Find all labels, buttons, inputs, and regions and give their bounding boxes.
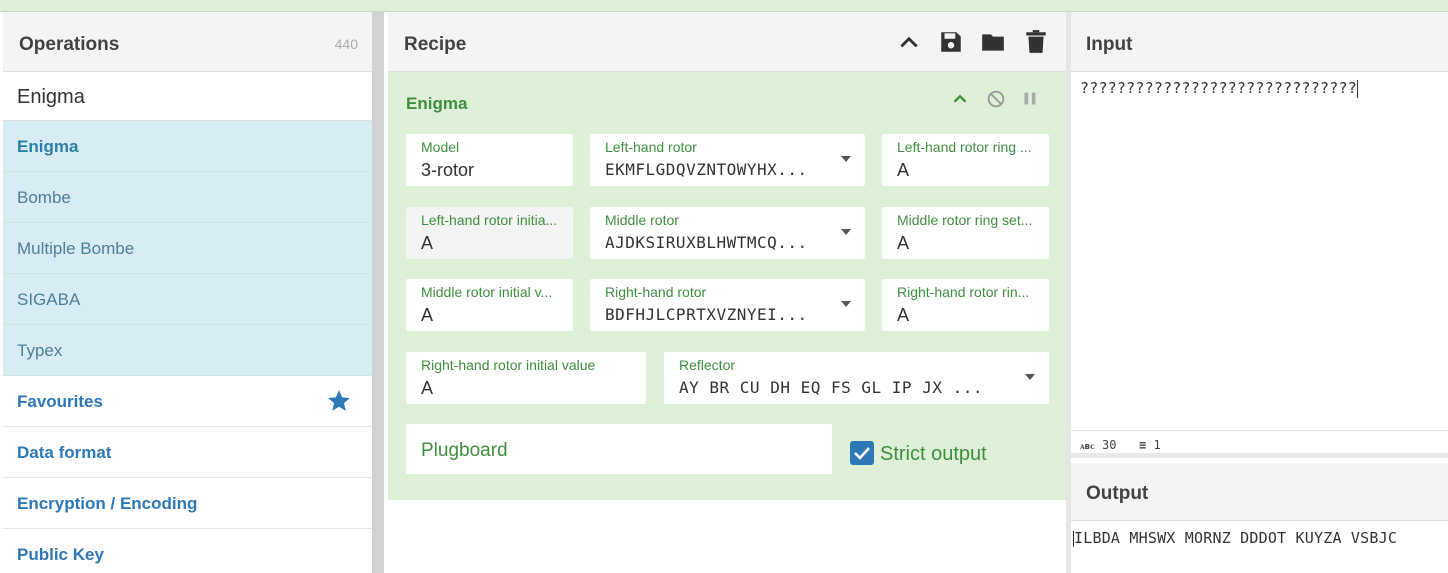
field-value: A bbox=[421, 305, 434, 325]
recipe-panel: Recipe Enigma Model 3-rotor Left-hand ro… bbox=[388, 12, 1066, 573]
checkmark-icon bbox=[854, 447, 870, 460]
output-textarea[interactable]: ILBDA MHSWX MORNZ DDDOT KUYZA VSBJC bbox=[1073, 529, 1397, 547]
output-value: ILBDA MHSWX MORNZ DDDOT KUYZA VSBJC bbox=[1074, 529, 1398, 547]
disable-icon[interactable] bbox=[985, 88, 1007, 110]
chevron-up-icon[interactable] bbox=[896, 29, 922, 55]
input-status-bar: ᴀʙᴄ 30 ≡ 1 bbox=[1071, 430, 1448, 458]
search-result-sigaba[interactable]: SIGABA bbox=[3, 274, 372, 325]
operations-title: Operations bbox=[19, 34, 120, 55]
search-result-multiple-bombe[interactable]: Multiple Bombe bbox=[3, 223, 372, 274]
field-label: Left-hand rotor ring ... bbox=[897, 139, 1032, 155]
text-cursor bbox=[1356, 79, 1358, 98]
field-label: Middle rotor initial v... bbox=[421, 284, 553, 300]
middle-rotor-initial-field[interactable]: Middle rotor initial v... A bbox=[406, 279, 573, 331]
field-label: Right-hand rotor bbox=[605, 284, 707, 300]
model-field[interactable]: Model 3-rotor bbox=[406, 134, 573, 186]
result-label: SIGABA bbox=[17, 290, 81, 309]
output-title: Output bbox=[1086, 483, 1149, 504]
field-value: BDFHJLCPRTXVZNYEI... bbox=[605, 305, 808, 324]
panel-resizer[interactable] bbox=[372, 12, 384, 573]
right-rotor-select[interactable]: Right-hand rotor BDFHJLCPRTXVZNYEI... bbox=[590, 279, 865, 331]
category-public-key[interactable]: Public Key bbox=[3, 529, 372, 573]
input-header: Input bbox=[1071, 12, 1448, 72]
strict-output-checkbox[interactable] bbox=[850, 441, 874, 465]
chevron-up-icon[interactable] bbox=[949, 88, 971, 110]
search-result-bombe[interactable]: Bombe bbox=[3, 172, 372, 223]
io-panel: Input ?????????????????????????????? ᴀʙᴄ… bbox=[1071, 12, 1448, 573]
category-data-format[interactable]: Data format bbox=[3, 427, 372, 478]
right-rotor-initial-field[interactable]: Right-hand rotor initial value A bbox=[406, 352, 646, 404]
operations-header: Operations 440 bbox=[3, 12, 372, 72]
star-icon bbox=[328, 390, 350, 411]
top-banner bbox=[0, 0, 1448, 12]
abc-icon: ᴀʙᴄ bbox=[1080, 442, 1095, 452]
field-label: Middle rotor bbox=[605, 212, 679, 228]
left-rotor-select[interactable]: Left-hand rotor EKMFLGDQVZNTOWYHX... bbox=[590, 134, 865, 186]
pause-icon[interactable] bbox=[1019, 88, 1041, 110]
result-label: Enigma bbox=[17, 137, 79, 156]
result-label: Bombe bbox=[17, 188, 71, 207]
output-header: Output bbox=[1071, 463, 1448, 521]
search-result-typex[interactable]: Typex bbox=[3, 325, 372, 376]
field-value: AJDKSIRUXBLHWTMCQ... bbox=[605, 233, 808, 252]
line-count: ≡ 1 bbox=[1139, 438, 1161, 452]
operations-search-input[interactable]: Enigma bbox=[3, 72, 372, 121]
result-label: Typex bbox=[17, 341, 63, 360]
right-rotor-ring-field[interactable]: Right-hand rotor rin... A bbox=[882, 279, 1049, 331]
line-count-value: 1 bbox=[1153, 438, 1161, 452]
recipe-title: Recipe bbox=[404, 34, 467, 55]
enigma-operation: Enigma Model 3-rotor Left-hand rotor EKM… bbox=[388, 72, 1066, 500]
field-label: Reflector bbox=[679, 357, 736, 373]
field-value: A bbox=[897, 233, 910, 253]
plugboard-placeholder: Plugboard bbox=[421, 440, 508, 461]
field-label: Middle rotor ring set... bbox=[897, 212, 1033, 228]
recipe-header: Recipe bbox=[388, 12, 1066, 72]
save-icon[interactable] bbox=[938, 29, 964, 55]
operations-panel: Operations 440 Enigma Enigma Bombe Multi… bbox=[3, 12, 372, 573]
category-label: Public Key bbox=[17, 545, 104, 564]
left-rotor-ring-field[interactable]: Left-hand rotor ring ... A bbox=[882, 134, 1049, 186]
field-value: A bbox=[421, 233, 434, 253]
field-value: 3-rotor bbox=[421, 160, 475, 180]
category-label: Encryption / Encoding bbox=[17, 494, 198, 513]
char-count-value: 30 bbox=[1102, 438, 1117, 452]
category-encryption-encoding[interactable]: Encryption / Encoding bbox=[3, 478, 372, 529]
category-label: Data format bbox=[17, 443, 112, 462]
input-value: ?????????????????????????????? bbox=[1080, 79, 1357, 97]
folder-icon[interactable] bbox=[980, 29, 1006, 55]
operation-name: Enigma bbox=[406, 94, 468, 113]
field-label: Left-hand rotor initia... bbox=[421, 212, 558, 228]
char-count: ᴀʙᴄ 30 bbox=[1080, 438, 1116, 452]
result-label: Multiple Bombe bbox=[17, 239, 135, 258]
chevron-down-icon bbox=[841, 229, 851, 235]
search-result-enigma[interactable]: Enigma bbox=[3, 121, 372, 172]
strict-output-label: Strict output bbox=[880, 443, 987, 465]
middle-rotor-select[interactable]: Middle rotor AJDKSIRUXBLHWTMCQ... bbox=[590, 207, 865, 259]
field-label: Right-hand rotor initial value bbox=[421, 357, 596, 373]
left-rotor-initial-field[interactable]: Left-hand rotor initia... A bbox=[406, 207, 573, 259]
category-favourites[interactable]: Favourites bbox=[3, 376, 372, 427]
plugboard-input[interactable]: Plugboard bbox=[406, 424, 832, 474]
chevron-down-icon bbox=[841, 301, 851, 307]
input-title: Input bbox=[1086, 34, 1133, 55]
field-value: A bbox=[897, 305, 910, 325]
field-value: A bbox=[897, 160, 910, 180]
field-value: A bbox=[421, 378, 434, 398]
search-value: Enigma bbox=[17, 86, 85, 108]
input-textarea[interactable]: ?????????????????????????????? bbox=[1080, 79, 1358, 98]
field-label: Right-hand rotor rin... bbox=[897, 284, 1030, 300]
chevron-down-icon bbox=[1025, 374, 1035, 380]
field-value: EKMFLGDQVZNTOWYHX... bbox=[605, 160, 808, 179]
lines-icon: ≡ bbox=[1139, 438, 1147, 452]
field-value: AY BR CU DH EQ FS GL IP JX ... bbox=[679, 378, 983, 397]
field-label: Left-hand rotor bbox=[605, 139, 697, 155]
field-label: Model bbox=[421, 139, 460, 155]
operations-count: 440 bbox=[334, 36, 358, 52]
trash-icon[interactable] bbox=[1023, 29, 1049, 55]
middle-rotor-ring-field[interactable]: Middle rotor ring set... A bbox=[882, 207, 1049, 259]
chevron-down-icon bbox=[841, 156, 851, 162]
category-label: Favourites bbox=[17, 392, 103, 411]
reflector-select[interactable]: Reflector AY BR CU DH EQ FS GL IP JX ... bbox=[664, 352, 1049, 404]
